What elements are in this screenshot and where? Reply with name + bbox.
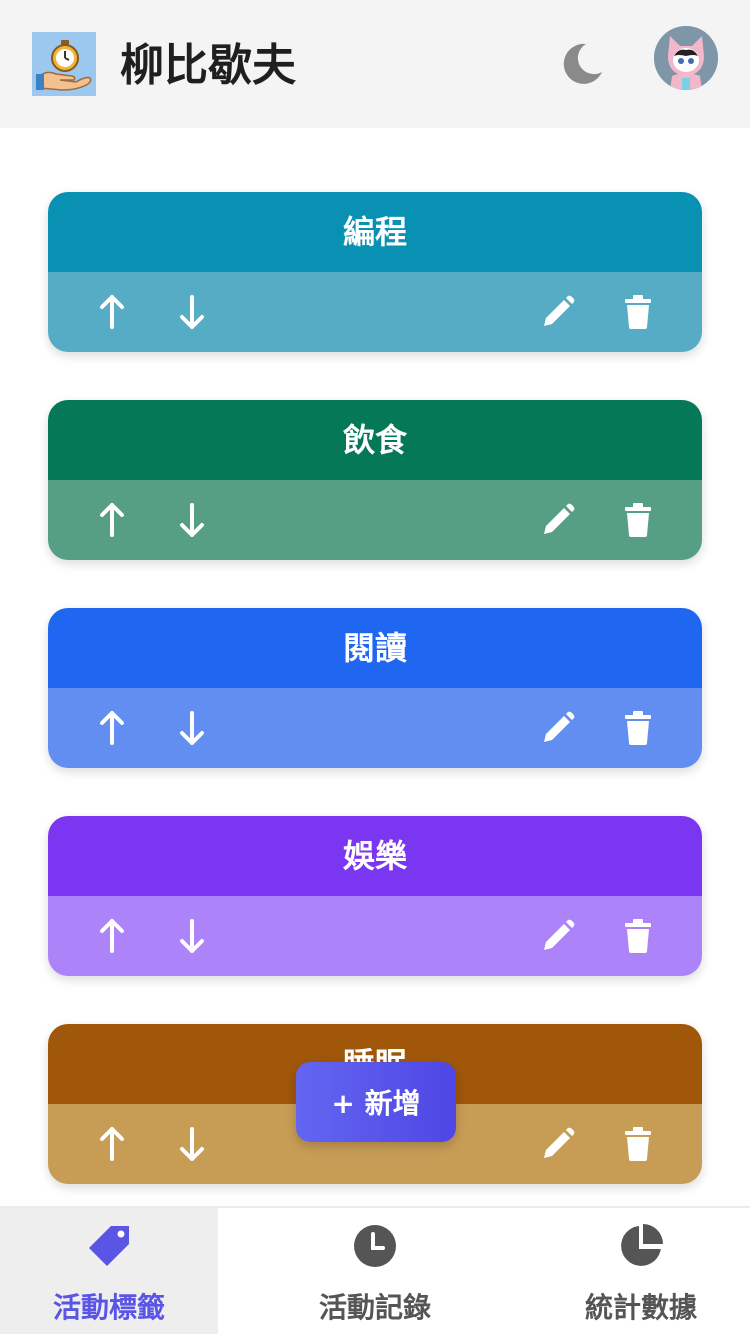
edit-tag-button[interactable] [538, 708, 578, 748]
tag-actions [48, 688, 702, 768]
arrow-up-icon [100, 503, 124, 537]
app-title: 柳比歇夫 [120, 40, 296, 91]
pencil-icon [544, 711, 575, 742]
arrow-down-icon [180, 711, 204, 745]
move-down-button[interactable] [172, 292, 212, 332]
nav-label: 統計數據 [584, 1291, 697, 1324]
move-down-button[interactable] [172, 916, 212, 956]
delete-tag-button[interactable] [618, 500, 658, 540]
delete-tag-button[interactable] [618, 708, 658, 748]
nav-tab-activity-tags[interactable]: 活動標籤 [0, 1208, 218, 1334]
clock-icon [354, 1225, 396, 1267]
tag-card: 閱讀 [48, 608, 702, 768]
arrow-up-icon [100, 295, 124, 329]
tag-name[interactable]: 娛樂 [48, 816, 702, 896]
edit-tag-button[interactable] [538, 916, 578, 956]
arrow-down-icon [180, 919, 204, 953]
user-avatar[interactable] [654, 26, 718, 90]
move-up-button[interactable] [92, 916, 132, 956]
theme-toggle-button[interactable] [556, 38, 608, 90]
trash-icon [625, 711, 651, 745]
delete-tag-button[interactable] [618, 292, 658, 332]
edit-tag-button[interactable] [538, 292, 578, 332]
add-tag-button[interactable]: + 新增 [296, 1062, 456, 1142]
arrow-up-icon [100, 711, 124, 745]
edit-tag-button[interactable] [538, 500, 578, 540]
moon-icon [563, 43, 602, 84]
trash-icon [625, 295, 651, 329]
move-up-button[interactable] [92, 292, 132, 332]
tag-card: 娛樂 [48, 816, 702, 976]
move-up-button[interactable] [92, 708, 132, 748]
tag-card: 飲食 [48, 400, 702, 560]
delete-tag-button[interactable] [618, 916, 658, 956]
arrow-down-icon [180, 1127, 204, 1161]
pencil-icon [544, 295, 575, 326]
arrow-up-icon [100, 919, 124, 953]
tag-actions [48, 272, 702, 352]
delete-tag-button[interactable] [618, 1124, 658, 1164]
nav-tab-statistics[interactable]: 統計數據 [532, 1208, 750, 1334]
move-up-button[interactable] [92, 500, 132, 540]
trash-icon [625, 1127, 651, 1161]
nav-label: 活動記錄 [318, 1291, 431, 1324]
trash-icon [625, 503, 651, 537]
pie-chart-icon [621, 1224, 663, 1266]
tag-actions [48, 480, 702, 560]
tag-actions [48, 896, 702, 976]
nav-tab-activity-log[interactable]: 活動記錄 [266, 1208, 484, 1334]
move-down-button[interactable] [172, 500, 212, 540]
move-down-button[interactable] [172, 1124, 212, 1164]
tag-icon [89, 1226, 129, 1266]
move-down-button[interactable] [172, 708, 212, 748]
tag-name[interactable]: 編程 [48, 192, 702, 272]
app-root: 柳比歇夫 編程 飲食 閱讀 娛樂 + 新增 活動標籤 活動記錄 統計數據 [0, 0, 750, 1334]
arrow-down-icon [180, 295, 204, 329]
app-header: 柳比歇夫 [0, 0, 750, 128]
edit-tag-button[interactable] [538, 1124, 578, 1164]
arrow-down-icon [180, 503, 204, 537]
stopwatch-on-hand-icon [32, 32, 96, 96]
pencil-icon [544, 503, 575, 534]
trash-icon [625, 919, 651, 953]
tag-list: 編程 飲食 閱讀 娛樂 [0, 128, 750, 1206]
bottom-nav: 活動標籤 活動記錄 統計數據 [0, 1206, 750, 1334]
pencil-icon [544, 1127, 575, 1158]
pencil-icon [544, 919, 575, 950]
nav-label: 活動標籤 [52, 1291, 165, 1324]
move-up-button[interactable] [92, 1124, 132, 1164]
cat-avatar-icon [654, 26, 718, 90]
tag-card: 編程 [48, 192, 702, 352]
tag-name[interactable]: 飲食 [48, 400, 702, 480]
tag-name[interactable]: 閱讀 [48, 608, 702, 688]
arrow-up-icon [100, 1127, 124, 1161]
